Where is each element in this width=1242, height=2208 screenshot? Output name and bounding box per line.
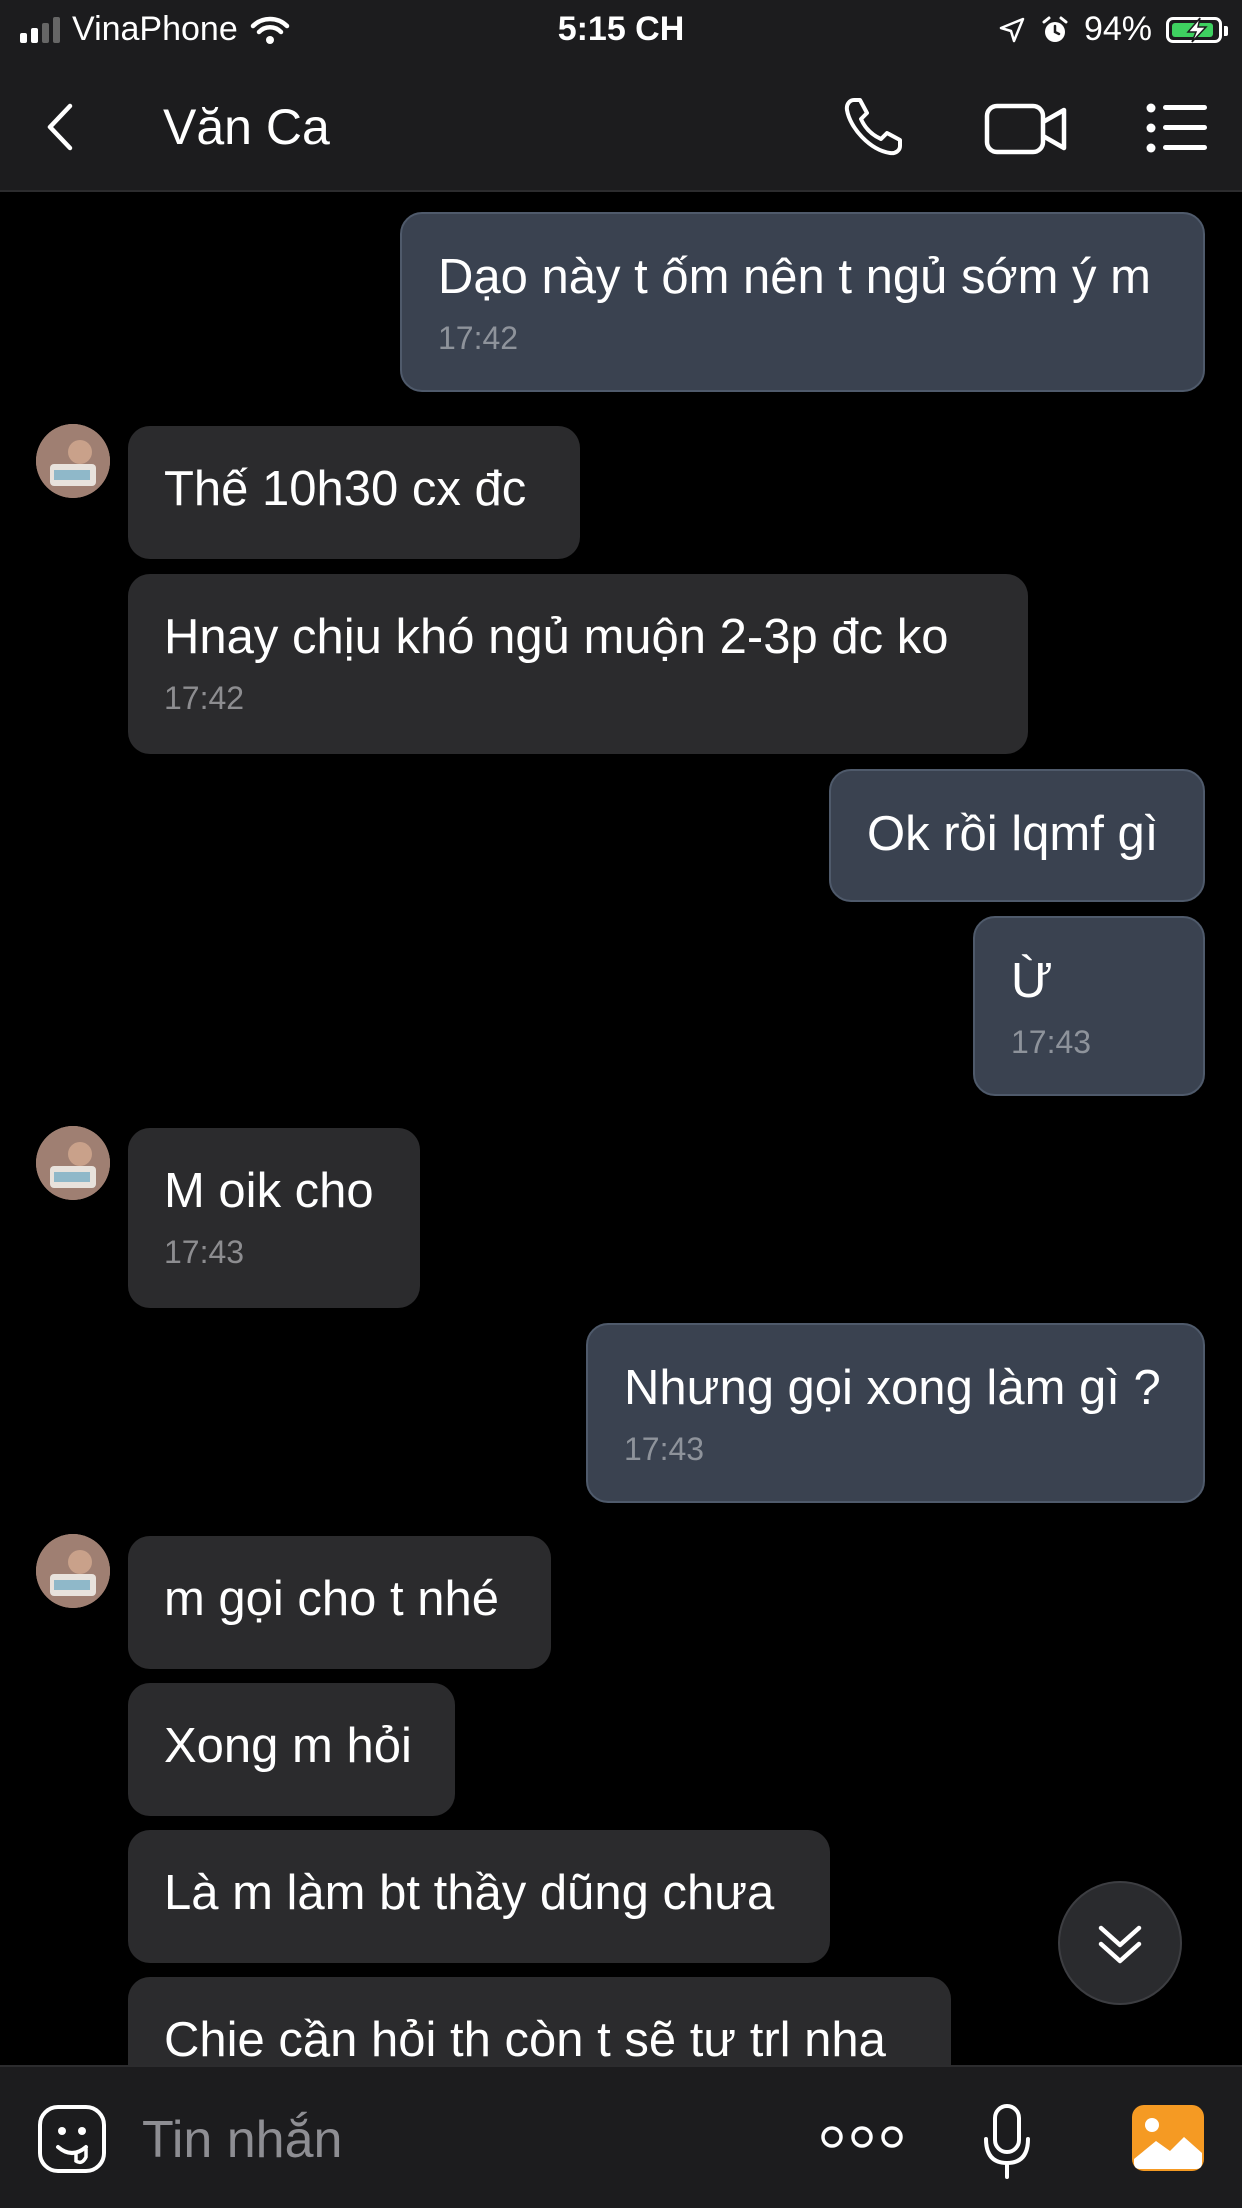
message-text: Chie cần hỏi th còn t sẽ tư trl nha [164,2013,886,2065]
message-time: 17:43 [1011,1024,1092,1060]
scroll-to-bottom-button[interactable] [1058,1881,1182,2005]
message-text: Ừ [1011,954,1053,1008]
message-bubble-incoming[interactable]: Chie cần hỏi th còn t sẽ tư trl nha [128,1977,951,2065]
double-chevron-down-icon [1098,1925,1142,1964]
message-time: 17:43 [164,1234,245,1270]
chat-header: Văn Ca [0,64,1242,192]
message-list[interactable]: Dạo này t ốm nên t ngủ sớm ý m 17:42 Thế… [0,192,1242,2065]
message-bubble-incoming[interactable]: M oik cho 17:43 [128,1128,420,1308]
avatar[interactable] [36,1126,110,1200]
message-text: Thế 10h30 cx đc [164,462,527,516]
message-bubble-incoming[interactable]: Thế 10h30 cx đc [128,426,580,559]
message-text: Hnay chịu khó ngủ muộn 2-3p đc ko [164,610,949,664]
phone-call-icon[interactable] [840,94,906,160]
message-text: Ok rồi lqmf gì [867,807,1159,861]
message-bubble-outgoing[interactable]: Ừ 17:43 [973,916,1205,1096]
composer-bar [0,2065,1242,2208]
message-bubble-incoming[interactable]: Xong m hỏi [128,1683,455,1816]
contact-name[interactable]: Văn Ca [163,98,330,156]
status-bar: VinaPhone 5:15 CH 94% [0,0,1242,64]
back-chevron-icon[interactable] [36,100,90,154]
message-text: M oik cho [164,1164,374,1218]
status-right: 94% [998,10,1228,49]
microphone-icon[interactable] [982,2103,1032,2181]
message-bubble-outgoing[interactable]: Dạo này t ốm nên t ngủ sớm ý m 17:42 [400,212,1205,392]
avatar[interactable] [36,424,110,498]
message-text: Là m làm bt thầy dũng chưa [164,1866,775,1920]
message-text: Dạo này t ốm nên t ngủ sớm ý m [438,250,1151,304]
message-bubble-incoming[interactable]: Hnay chịu khó ngủ muộn 2-3p đc ko 17:42 [128,574,1028,754]
location-arrow-icon [999,17,1025,42]
message-bubble-incoming[interactable]: m gọi cho t nhé [128,1536,551,1669]
battery-percent: 94% [1083,10,1152,48]
message-bubble-outgoing[interactable]: Ok rồi lqmf gì [829,769,1205,902]
message-time: 17:42 [164,680,245,716]
message-text: Nhưng gọi xong làm gì ? [624,1361,1161,1415]
message-input[interactable] [140,2099,784,2181]
message-bubble-outgoing[interactable]: Nhưng gọi xong làm gì ? 17:43 [586,1323,1205,1503]
more-dots-icon[interactable] [820,2119,904,2155]
menu-list-icon[interactable] [1145,100,1209,156]
message-bubble-incoming[interactable]: Là m làm bt thầy dũng chưa [128,1830,830,1963]
avatar[interactable] [36,1534,110,1608]
emoji-sticker-icon[interactable] [36,2103,108,2175]
battery-charging-icon [1166,16,1228,43]
photo-gallery-icon[interactable] [1130,2103,1206,2173]
message-time: 17:43 [624,1431,705,1467]
message-text: m gọi cho t nhé [164,1572,500,1626]
message-text: Xong m hỏi [164,1719,412,1773]
video-call-icon[interactable] [984,96,1068,160]
message-time: 17:42 [438,320,519,356]
alarm-icon [1042,16,1068,42]
